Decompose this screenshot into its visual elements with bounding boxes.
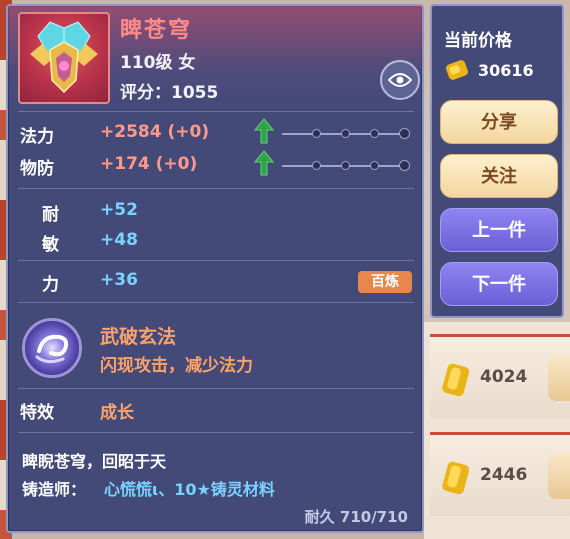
maker-label: 铸造师：: [22, 480, 87, 499]
attr-label-agility: 敏: [42, 235, 59, 255]
price-title: 当前价格: [444, 31, 512, 51]
divider: [18, 260, 414, 261]
divider: [18, 188, 414, 189]
skill-icon-frame: [22, 318, 82, 378]
item-score: 评分：1055: [120, 83, 219, 103]
item-detail-panel: 睥苍穹 110级 女 评分：1055 法力 +2584 (+0) 物防 +174…: [6, 4, 424, 533]
refine-node: [312, 129, 321, 138]
refine-node: [312, 161, 321, 170]
previous-item-button[interactable]: 上一件: [440, 208, 558, 252]
next-item-button[interactable]: 下一件: [440, 262, 558, 306]
follow-button[interactable]: 关注: [440, 154, 558, 198]
attr-value-endurance: +52: [100, 200, 138, 220]
listing-price: 4024: [480, 367, 528, 387]
green-up-arrow-icon: [254, 118, 274, 144]
attr-label-endurance: 耐: [42, 205, 59, 225]
refine-node: [370, 161, 379, 170]
gold-ingot-icon: [442, 461, 470, 495]
share-button[interactable]: 分享: [440, 100, 558, 144]
attr-label-strength: 力: [42, 275, 59, 295]
stat-value-mana: +2584 (+0): [100, 122, 210, 142]
item-level-gender: 110级 女: [120, 53, 196, 73]
listing-button[interactable]: [548, 453, 570, 499]
preview-button[interactable]: [380, 60, 420, 100]
flavor-text: 睥睨苍穹，回昭于天: [22, 452, 167, 471]
refine-node: [341, 129, 350, 138]
attr-value-agility: +48: [100, 230, 138, 250]
background-listing-row[interactable]: 4024: [430, 334, 570, 418]
stat-label-mana: 法力: [20, 127, 54, 147]
item-name: 睥苍穹: [120, 18, 193, 43]
durability: 耐久 710/710: [304, 508, 408, 526]
divider: [18, 111, 414, 112]
price-side-panel: 当前价格 30616 分享 关注 上一件 下一件: [430, 4, 564, 318]
item-icon-frame: [18, 12, 110, 104]
divider: [18, 388, 414, 389]
listing-price: 2446: [480, 465, 528, 485]
attr-value-strength: +36: [100, 270, 138, 290]
refine-badge: 百炼: [358, 271, 412, 293]
eye-icon: [388, 73, 412, 87]
stat-value-defense: +174 (+0): [100, 154, 198, 174]
winged-crown-helmet-icon: [30, 21, 98, 94]
skill-description: 闪现攻击，减少法力: [100, 356, 253, 376]
background-listing-row[interactable]: 2446: [430, 432, 570, 516]
swirl-orb-icon: [35, 334, 69, 364]
maker-value: 心慌慌ι、10★铸灵材料: [104, 480, 275, 499]
green-up-arrow-icon: [254, 150, 274, 176]
price-value: 30616: [478, 61, 534, 80]
refine-node: [399, 128, 410, 139]
stat-label-defense: 物防: [20, 159, 54, 179]
gold-ingot-icon: [445, 60, 469, 80]
divider: [18, 302, 414, 303]
gold-ingot-icon: [442, 363, 470, 397]
refine-node: [370, 129, 379, 138]
refine-node: [341, 161, 350, 170]
special-label: 特效: [20, 403, 54, 423]
special-value: 成长: [100, 403, 134, 423]
refine-node: [399, 160, 410, 171]
skill-name: 武破玄法: [100, 326, 177, 348]
listing-button[interactable]: [548, 355, 570, 401]
divider: [18, 432, 414, 433]
